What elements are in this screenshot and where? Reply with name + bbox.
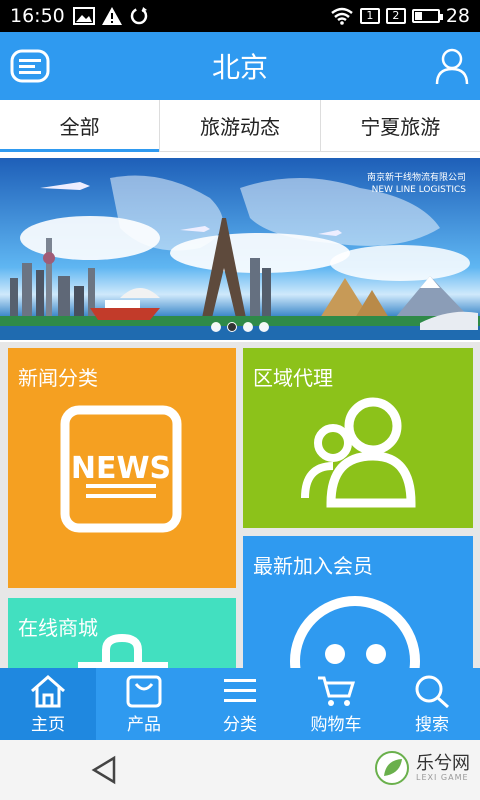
tab-bar: 全部 旅游动态 宁夏旅游 xyxy=(0,100,480,152)
bottom-nav: 主页 产品 分类 购物车 搜索 xyxy=(0,668,480,740)
nav-label: 购物车 xyxy=(310,715,362,735)
search-icon xyxy=(415,675,450,708)
tile-news-category[interactable]: 新闻分类 NEWS xyxy=(8,348,236,588)
nav-label: 分类 xyxy=(223,715,257,735)
menu-icon xyxy=(10,49,50,83)
nav-search[interactable]: 搜索 xyxy=(384,668,480,740)
warning-icon xyxy=(101,7,122,25)
carousel-dot[interactable] xyxy=(259,322,269,332)
image-icon xyxy=(72,7,95,25)
battery-percent: 28 xyxy=(445,5,470,27)
leaf-logo-icon xyxy=(375,751,409,785)
nav-cart[interactable]: 购物车 xyxy=(288,668,384,740)
tile-region-agent[interactable]: 区域代理 xyxy=(243,348,473,528)
carousel-dot-active[interactable] xyxy=(227,322,237,332)
sim2-indicator: 2 xyxy=(385,8,406,24)
wifi-icon xyxy=(331,7,353,25)
menu-button[interactable] xyxy=(10,48,50,84)
list-icon xyxy=(224,679,256,702)
carousel-dot[interactable] xyxy=(243,322,253,332)
shopping-bag-icon xyxy=(78,633,168,668)
carousel-dots xyxy=(0,322,480,332)
nav-home[interactable]: 主页 xyxy=(0,668,96,740)
user-icon xyxy=(435,48,469,85)
back-triangle-icon xyxy=(91,755,116,785)
battery-icon xyxy=(411,9,443,23)
watermark-text: 乐兮网 xyxy=(416,752,470,774)
nav-label: 主页 xyxy=(31,715,65,735)
nav-label: 产品 xyxy=(127,715,161,735)
carousel-dot[interactable] xyxy=(211,322,221,332)
smiley-icon xyxy=(290,596,420,668)
nav-label: 搜索 xyxy=(415,715,449,735)
banner-logo: 南京新干线物流有限公司 NEW LINE LOGISTICS xyxy=(366,173,466,195)
tile-new-members[interactable]: 最新加入会员 xyxy=(243,536,473,668)
group-users-icon xyxy=(301,397,416,508)
status-time: 16:50 xyxy=(10,5,65,27)
watermark: 乐兮网 LEXI GAME xyxy=(374,750,470,786)
bag-icon xyxy=(126,675,162,708)
nav-categories[interactable]: 分类 xyxy=(192,668,288,740)
user-button[interactable] xyxy=(434,46,470,86)
banner-carousel[interactable]: 南京新干线物流有限公司 NEW LINE LOGISTICS xyxy=(0,158,480,340)
tab-all[interactable]: 全部 xyxy=(0,100,161,152)
sim1-indicator: 1 xyxy=(359,8,380,24)
tab-ningxia-travel[interactable]: 宁夏旅游 xyxy=(321,100,480,151)
tile-online-mall[interactable]: 在线商城 xyxy=(8,598,236,668)
watermark-sub: LEXI GAME xyxy=(416,772,469,782)
tab-travel-news[interactable]: 旅游动态 xyxy=(160,100,321,151)
status-bar: 16:50 1 2 28 xyxy=(0,0,480,32)
app-header: 北京 xyxy=(0,32,480,100)
back-button[interactable] xyxy=(88,754,120,786)
page-title: 北京 xyxy=(211,51,268,84)
nav-products[interactable]: 产品 xyxy=(96,668,192,740)
news-icon-text: NEWS xyxy=(71,451,171,486)
news-icon: NEWS xyxy=(60,405,182,533)
cart-icon xyxy=(318,676,356,706)
home-icon xyxy=(31,675,65,708)
system-nav-bar: 乐兮网 LEXI GAME xyxy=(0,740,480,800)
sync-icon xyxy=(130,7,148,25)
